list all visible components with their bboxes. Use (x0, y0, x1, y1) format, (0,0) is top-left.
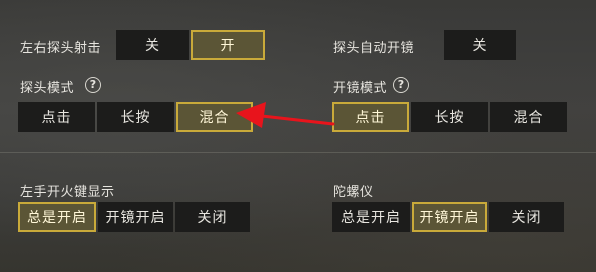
red-arrow-icon (236, 102, 335, 128)
